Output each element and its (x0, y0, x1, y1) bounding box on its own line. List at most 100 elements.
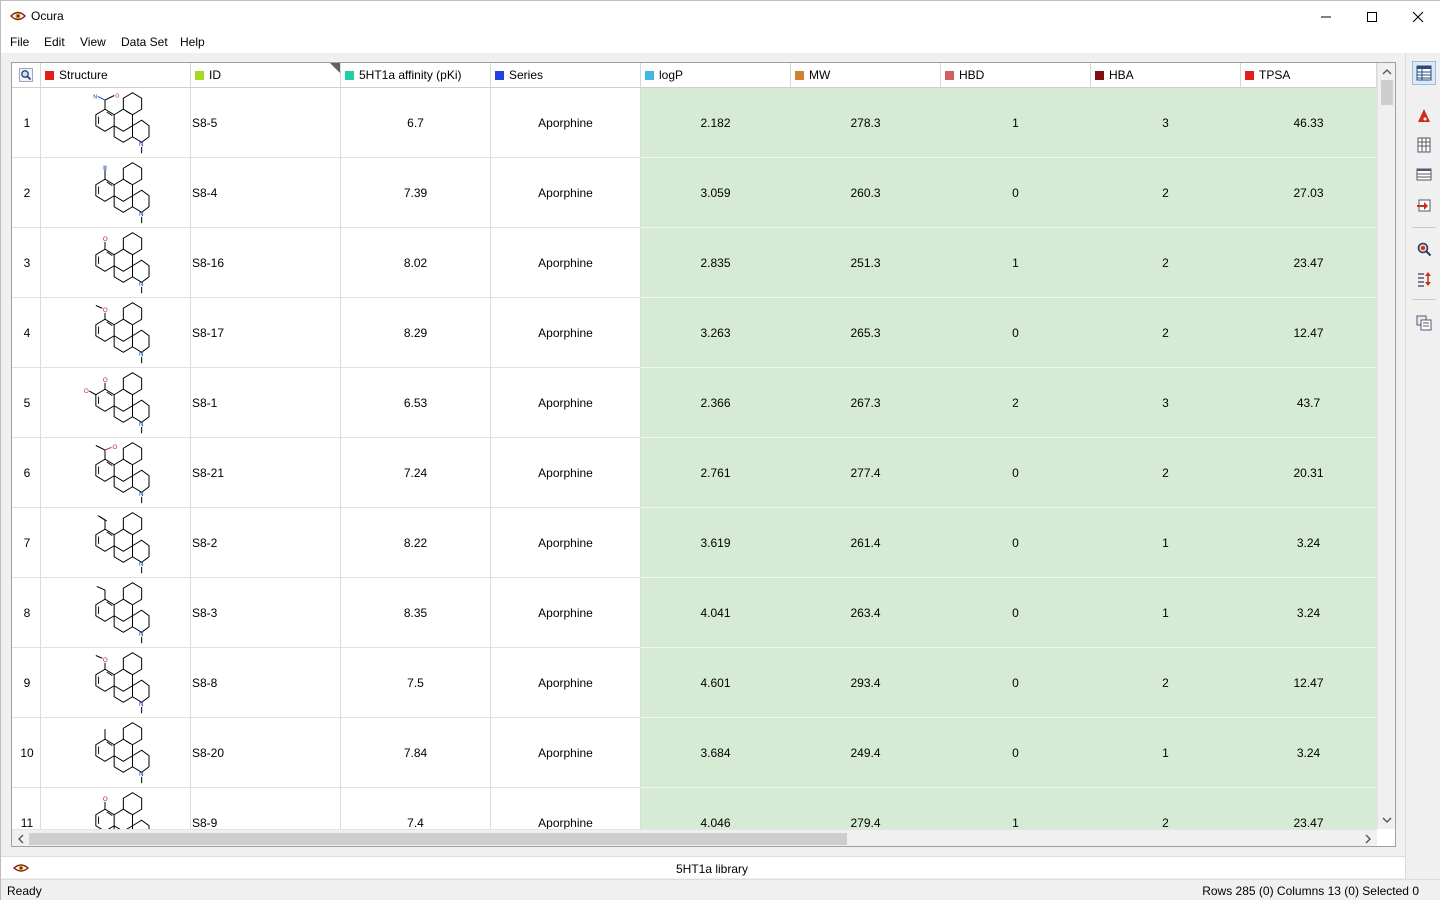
series-cell[interactable]: Aporphine (491, 298, 641, 368)
structure-cell[interactable]: N (41, 158, 191, 228)
scroll-right-icon[interactable] (1363, 834, 1373, 844)
row-number[interactable]: 3 (12, 228, 41, 298)
id-cell[interactable]: S8-20 (191, 718, 341, 788)
column-header-logp[interactable]: logP (641, 63, 791, 88)
logp-cell[interactable]: 2.835 (641, 228, 791, 298)
series-cell[interactable]: Aporphine (491, 648, 641, 718)
table-row[interactable]: 2 N S8-4 7.39 Aporphine 3.059 260.3 0 2 27.03 (12, 158, 1377, 228)
logp-cell[interactable]: 4.041 (641, 578, 791, 648)
hba-cell[interactable]: 2 (1091, 788, 1241, 829)
affinity-cell[interactable]: 8.29 (341, 298, 491, 368)
hba-cell[interactable]: 2 (1091, 158, 1241, 228)
row-number[interactable]: 5 (12, 368, 41, 438)
row-number[interactable]: 9 (12, 648, 41, 718)
hba-cell[interactable]: 1 (1091, 508, 1241, 578)
hbd-cell[interactable]: 1 (941, 228, 1091, 298)
mw-cell[interactable]: 265.3 (791, 298, 941, 368)
logp-cell[interactable]: 3.263 (641, 298, 791, 368)
series-cell[interactable]: Aporphine (491, 578, 641, 648)
search-button[interactable] (1412, 237, 1436, 261)
logp-cell[interactable]: 3.684 (641, 718, 791, 788)
scroll-down-icon[interactable] (1382, 815, 1392, 825)
hba-cell[interactable]: 2 (1091, 648, 1241, 718)
horizontal-scroll-thumb[interactable] (29, 833, 847, 845)
logp-cell[interactable]: 4.601 (641, 648, 791, 718)
structure-cell[interactable]: ON (41, 298, 191, 368)
scroll-left-icon[interactable] (16, 834, 26, 844)
column-header-hbd[interactable]: HBD (941, 63, 1091, 88)
row-number[interactable]: 2 (12, 158, 41, 228)
structure-cell[interactable]: ON (41, 228, 191, 298)
mw-cell[interactable]: 263.4 (791, 578, 941, 648)
tpsa-cell[interactable]: 43.7 (1241, 368, 1377, 438)
logp-cell[interactable]: 3.059 (641, 158, 791, 228)
hbd-cell[interactable]: 0 (941, 438, 1091, 508)
table-row[interactable]: 5 O O N S8-1 6.53 Aporphine 2.366 267.3 2 3 43.7 (12, 368, 1377, 438)
series-cell[interactable]: Aporphine (491, 368, 641, 438)
hbd-cell[interactable]: 0 (941, 158, 1091, 228)
affinity-cell[interactable]: 7.5 (341, 648, 491, 718)
scroll-up-icon[interactable] (1382, 67, 1392, 77)
table-row[interactable]: 8 N S8-3 8.35 Aporphine 4.041 263.4 0 1 3.24 (12, 578, 1377, 648)
hba-cell[interactable]: 1 (1091, 578, 1241, 648)
tpsa-cell[interactable]: 3.24 (1241, 508, 1377, 578)
column-header-id[interactable]: ID (191, 63, 341, 88)
series-cell[interactable]: Aporphine (491, 88, 641, 158)
hba-cell[interactable]: 2 (1091, 228, 1241, 298)
column-header-affinity[interactable]: 5HT1a affinity (pKi) (341, 63, 491, 88)
hbd-cell[interactable]: 1 (941, 788, 1091, 829)
minimize-button[interactable] (1303, 1, 1349, 32)
vertical-scroll-thumb[interactable] (1381, 80, 1393, 105)
series-cell[interactable]: Aporphine (491, 158, 641, 228)
id-cell[interactable]: S8-1 (191, 368, 341, 438)
structure-cell[interactable]: ON (41, 788, 191, 829)
table-row[interactable]: 10 N S8-20 7.84 Aporphine 3.684 249.4 0 1 3.24 (12, 718, 1377, 788)
row-number[interactable]: 6 (12, 438, 41, 508)
structure-cell[interactable]: ON (41, 438, 191, 508)
hba-cell[interactable]: 2 (1091, 438, 1241, 508)
tpsa-cell[interactable]: 3.24 (1241, 718, 1377, 788)
hbd-cell[interactable]: 2 (941, 368, 1091, 438)
tpsa-cell[interactable]: 3.24 (1241, 578, 1377, 648)
structure-cell[interactable]: N (41, 578, 191, 648)
hbd-cell[interactable]: 0 (941, 718, 1091, 788)
row-number[interactable]: 8 (12, 578, 41, 648)
logp-cell[interactable]: 3.619 (641, 508, 791, 578)
series-cell[interactable]: Aporphine (491, 508, 641, 578)
table-row[interactable]: 6 O N S8-21 7.24 Aporphine 2.761 277.4 0 2 20.31 (12, 438, 1377, 508)
hba-cell[interactable]: 3 (1091, 88, 1241, 158)
row-number[interactable]: 4 (12, 298, 41, 368)
column-header-tpsa[interactable]: TPSA (1241, 63, 1377, 88)
table-row[interactable]: 3 O N S8-16 8.02 Aporphine 2.835 251.3 1 2 23.47 (12, 228, 1377, 298)
affinity-cell[interactable]: 7.4 (341, 788, 491, 829)
menu-view[interactable]: View (80, 35, 106, 49)
series-cell[interactable]: Aporphine (491, 718, 641, 788)
table-row[interactable]: 7 N S8-2 8.22 Aporphine 3.619 261.4 0 1 3.24 (12, 508, 1377, 578)
hbd-cell[interactable]: 0 (941, 298, 1091, 368)
series-cell[interactable]: Aporphine (491, 438, 641, 508)
mw-cell[interactable]: 277.4 (791, 438, 941, 508)
hbd-cell[interactable]: 1 (941, 88, 1091, 158)
table-view-button[interactable] (1412, 61, 1436, 85)
hba-cell[interactable]: 3 (1091, 368, 1241, 438)
menu-edit[interactable]: Edit (44, 35, 65, 49)
table-row[interactable]: 11 ON S8-97.4Aporphine4.046279.41223.47 (12, 788, 1377, 829)
id-cell[interactable]: S8-16 (191, 228, 341, 298)
tpsa-cell[interactable]: 46.33 (1241, 88, 1377, 158)
id-cell[interactable]: S8-4 (191, 158, 341, 228)
hba-cell[interactable]: 2 (1091, 298, 1241, 368)
hba-cell[interactable]: 1 (1091, 718, 1241, 788)
affinity-cell[interactable]: 7.84 (341, 718, 491, 788)
maximize-button[interactable] (1349, 1, 1395, 32)
mw-cell[interactable]: 249.4 (791, 718, 941, 788)
close-button[interactable] (1395, 1, 1440, 32)
structure-cell[interactable]: N (41, 508, 191, 578)
import-button[interactable] (1412, 193, 1436, 217)
row-number[interactable]: 10 (12, 718, 41, 788)
columns-button[interactable] (1412, 133, 1436, 157)
menu-file[interactable]: File (10, 35, 29, 49)
rows-button[interactable] (1412, 162, 1436, 186)
affinity-cell[interactable]: 6.53 (341, 368, 491, 438)
series-cell[interactable]: Aporphine (491, 228, 641, 298)
tpsa-cell[interactable]: 27.03 (1241, 158, 1377, 228)
